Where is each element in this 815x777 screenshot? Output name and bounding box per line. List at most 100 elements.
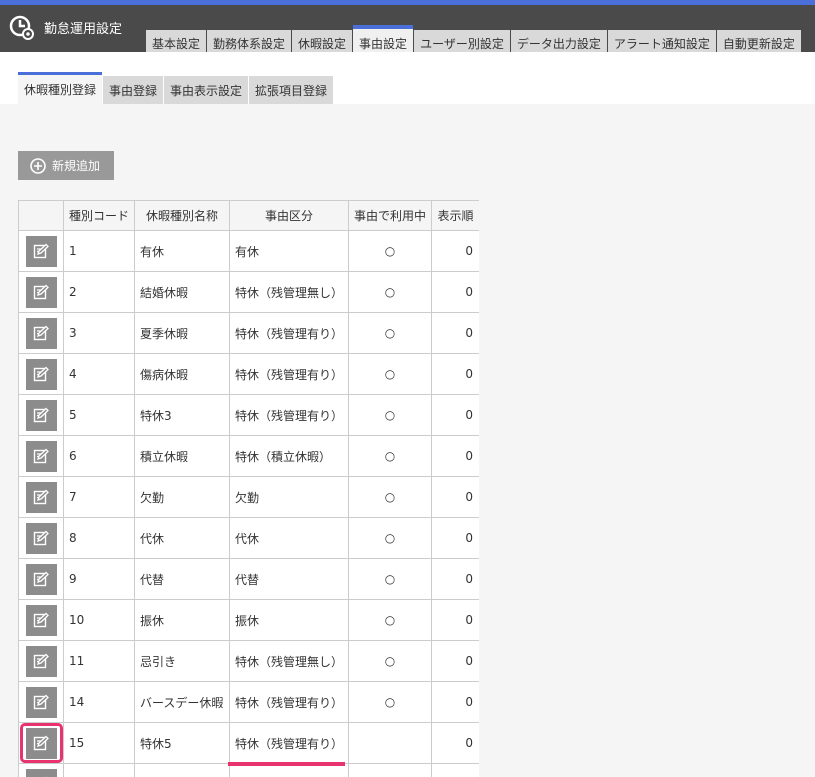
edit-icon xyxy=(33,407,49,423)
cell-order: 0 xyxy=(431,517,479,559)
cell-code: 4 xyxy=(63,353,135,395)
cell-order: 0 xyxy=(431,353,479,395)
cell-used: ○ xyxy=(348,271,432,313)
cell-name: 有休 xyxy=(134,230,230,272)
cell-category: 振休 xyxy=(229,599,349,641)
edit-button[interactable] xyxy=(25,686,57,718)
cell-category: 特休（残管理有り） xyxy=(229,312,349,354)
cell-category: 特休（残管理有り） xyxy=(229,681,349,723)
cell-code: 15 xyxy=(63,722,135,764)
header-name: 休暇種別名称 xyxy=(134,200,230,231)
sub-tab-1[interactable]: 事由登録 xyxy=(103,76,164,104)
cell-category: 代替 xyxy=(229,558,349,600)
cell-category: 有休 xyxy=(229,230,349,272)
edit-cell xyxy=(18,353,64,395)
cell-name: 欠勤 xyxy=(134,476,230,518)
cell-used: ○ xyxy=(348,312,432,354)
edit-button[interactable] xyxy=(25,358,57,390)
cell-used: ○ xyxy=(348,599,432,641)
edit-cell xyxy=(18,476,64,518)
add-new-label: 新規追加 xyxy=(52,159,101,173)
cell-category: 欠勤 xyxy=(229,476,349,518)
app-title: 勤怠運用設定 xyxy=(8,13,122,41)
sub-tab-2[interactable]: 事由表示設定 xyxy=(164,76,249,104)
edit-button[interactable] xyxy=(25,604,57,636)
cell-used: ○ xyxy=(348,394,432,436)
table-row: 3 夏季休暇 特休（残管理有り） ○ 0 xyxy=(18,312,479,354)
edit-button[interactable] xyxy=(25,563,57,595)
table-row: 2 結婚休暇 特休（残管理無し） ○ 0 xyxy=(18,271,479,313)
table-row: 6 積立休暇 特休（積立休暇） ○ 0 xyxy=(18,435,479,477)
edit-button[interactable] xyxy=(25,440,57,472)
clock-icon xyxy=(9,15,34,40)
edit-button[interactable] xyxy=(25,235,57,267)
cell-name: 夏季休暇 xyxy=(134,312,230,354)
sub-tab-3[interactable]: 拡張項目登録 xyxy=(249,76,334,104)
cell-used xyxy=(348,722,432,764)
cell-code: 5 xyxy=(63,394,135,436)
cell-name: 特休5 xyxy=(134,722,230,764)
edit-icon xyxy=(33,653,49,669)
edit-cell xyxy=(18,599,64,641)
header-code: 種別コード xyxy=(63,200,135,231)
cell-used: ○ xyxy=(348,353,432,395)
app-title-text: 勤怠運用設定 xyxy=(44,21,123,37)
add-new-button[interactable]: 新規追加 xyxy=(18,151,114,180)
table-row: 4 傷病休暇 特休（残管理有り） ○ 0 xyxy=(18,353,479,395)
table-row: 1 有休 有休 ○ 0 xyxy=(18,230,479,272)
table-row: 8 代休 代休 ○ 0 xyxy=(18,517,479,559)
header-category: 事由区分 xyxy=(229,200,349,231)
cell-order: 0 xyxy=(431,476,479,518)
header-used: 事由で利用中 xyxy=(348,200,432,231)
cell-code: 1 xyxy=(63,230,135,272)
table-row: 15 特休5 特休（残管理有り） 0 xyxy=(18,722,479,764)
cell-name: バースデー休暇 xyxy=(134,681,230,723)
cell-code: 2 xyxy=(63,271,135,313)
highlight-category-underline xyxy=(228,762,345,766)
edit-button[interactable] xyxy=(25,317,57,349)
top-bar: 勤怠運用設定 基本設定 勤務体系設定 休暇設定 事由設定 ユーザー別設定 データ出力設定ア… xyxy=(0,0,815,57)
cell-category: 特休（残管理有り） xyxy=(229,722,349,764)
cell-order: 0 xyxy=(431,599,479,641)
cell-order: 0 xyxy=(431,394,479,436)
cell-name: 積立休暇 xyxy=(134,435,230,477)
edit-icon xyxy=(33,612,49,628)
table-row: 10 振休 振休 ○ 0 xyxy=(18,599,479,641)
cell-used: ○ xyxy=(348,558,432,600)
cell-order: 0 xyxy=(431,271,479,313)
table-row: 14 バースデー休暇 特休（残管理有り） ○ 0 xyxy=(18,681,479,723)
edit-cell xyxy=(18,517,64,559)
edit-cell xyxy=(18,230,64,272)
edit-icon xyxy=(33,530,49,546)
edit-cell xyxy=(18,763,64,777)
edit-button[interactable] xyxy=(25,399,57,431)
edit-button[interactable] xyxy=(25,276,57,308)
cell-name: 忌引き xyxy=(134,640,230,682)
cell-used: ○ xyxy=(348,681,432,723)
header-order: 表示順 xyxy=(431,200,479,231)
edit-button[interactable] xyxy=(25,522,57,554)
cell-order: 0 xyxy=(431,230,479,272)
sub-tabs: 休暇種別登録 事由登録 事由表示設定 拡張項目登録 xyxy=(18,72,334,104)
edit-button[interactable] xyxy=(25,481,57,513)
cell-name: 代休 xyxy=(134,517,230,559)
cell-name: 代替 xyxy=(134,558,230,600)
cell-name: 特休3 xyxy=(134,394,230,436)
cell-code: 7 xyxy=(63,476,135,518)
sub-tab-0[interactable]: 休暇種別登録 xyxy=(18,72,103,104)
cell-used xyxy=(348,763,432,777)
edit-cell xyxy=(18,558,64,600)
cell-code: 14 xyxy=(63,681,135,723)
cell-category: 特休（残管理無し） xyxy=(229,640,349,682)
edit-cell xyxy=(18,312,64,354)
cell-name xyxy=(134,763,230,777)
edit-cell xyxy=(18,640,64,682)
cell-order: 0 xyxy=(431,558,479,600)
edit-button[interactable] xyxy=(25,768,57,777)
edit-cell xyxy=(18,271,64,313)
cell-name: 傷病休暇 xyxy=(134,353,230,395)
edit-button[interactable] xyxy=(25,645,57,677)
edit-icon xyxy=(33,366,49,382)
cell-code: 8 xyxy=(63,517,135,559)
cell-category: 代休 xyxy=(229,517,349,559)
